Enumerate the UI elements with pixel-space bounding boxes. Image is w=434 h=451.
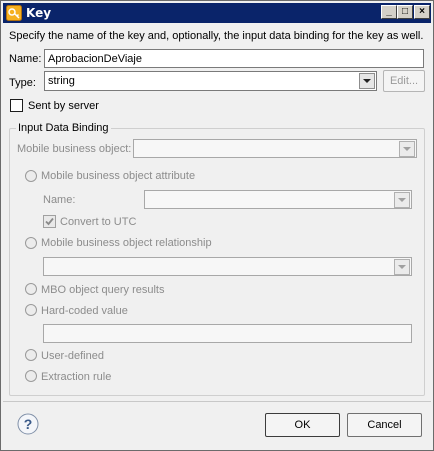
cancel-button[interactable]: Cancel bbox=[347, 413, 422, 437]
extraction-rule-label: Extraction rule bbox=[41, 371, 112, 383]
maximize-icon: □ bbox=[401, 6, 409, 17]
close-button[interactable]: × bbox=[414, 5, 430, 19]
maximize-button[interactable]: □ bbox=[397, 5, 413, 19]
mbo-attribute-radio[interactable] bbox=[25, 170, 37, 182]
mbo-combo[interactable] bbox=[133, 139, 417, 158]
mbo-attribute-label: Mobile business object attribute bbox=[41, 170, 196, 182]
type-label: Type: bbox=[9, 77, 36, 89]
edit-button-label: Edit... bbox=[389, 75, 419, 87]
type-combo-value: string bbox=[48, 75, 75, 87]
extraction-rule-radio[interactable] bbox=[25, 370, 37, 382]
mbo-relationship-radio[interactable] bbox=[25, 237, 37, 249]
close-icon: × bbox=[419, 6, 425, 17]
user-defined-label: User-defined bbox=[41, 350, 104, 362]
attribute-name-combo[interactable] bbox=[144, 190, 412, 209]
mbo-query-results-label: MBO object query results bbox=[41, 284, 165, 296]
ok-button[interactable]: OK bbox=[265, 413, 340, 437]
hard-coded-value-radio[interactable] bbox=[25, 304, 37, 316]
minimize-button[interactable]: _ bbox=[381, 5, 397, 19]
type-combo[interactable]: string bbox=[44, 71, 377, 91]
footer-separator bbox=[3, 401, 431, 402]
window-title: Key bbox=[26, 6, 52, 20]
input-data-binding-label: Input Data Binding bbox=[16, 122, 111, 134]
key-dialog: Key _ □ × Specify the name of the key an… bbox=[0, 0, 434, 451]
name-input[interactable]: AprobacionDeViaje bbox=[44, 49, 424, 68]
title-bar[interactable]: Key _ □ × bbox=[3, 3, 431, 23]
help-icon: ? bbox=[17, 413, 39, 435]
dialog-description: Specify the name of the key and, optiona… bbox=[9, 30, 424, 42]
ok-button-label: OK bbox=[294, 419, 311, 431]
user-defined-radio[interactable] bbox=[25, 349, 37, 361]
sent-by-server-checkbox[interactable] bbox=[10, 99, 23, 112]
minimize-icon: _ bbox=[386, 6, 392, 17]
key-app-icon bbox=[6, 5, 22, 21]
chevron-down-icon[interactable] bbox=[359, 73, 375, 89]
mbo-relationship-label: Mobile business object relationship bbox=[41, 237, 212, 249]
chevron-down-icon[interactable] bbox=[394, 192, 410, 208]
name-label: Name: bbox=[9, 53, 42, 65]
attribute-name-label: Name: bbox=[43, 194, 76, 206]
name-input-value: AprobacionDeViaje bbox=[48, 53, 142, 65]
mbo-query-results-radio[interactable] bbox=[25, 283, 37, 295]
chevron-down-icon[interactable] bbox=[394, 259, 410, 275]
sent-by-server-label: Sent by server bbox=[28, 100, 99, 112]
svg-text:?: ? bbox=[24, 416, 33, 432]
edit-button[interactable]: Edit... bbox=[383, 70, 425, 92]
check-icon bbox=[45, 217, 54, 226]
cancel-button-label: Cancel bbox=[367, 419, 402, 431]
chevron-down-icon[interactable] bbox=[399, 141, 415, 157]
hard-coded-value-label: Hard-coded value bbox=[41, 305, 128, 317]
mbo-relationship-combo[interactable] bbox=[43, 257, 412, 276]
help-button[interactable]: ? bbox=[17, 413, 39, 435]
mbo-label: Mobile business object: bbox=[17, 143, 132, 155]
convert-to-utc-label: Convert to UTC bbox=[60, 216, 137, 228]
hard-coded-value-input[interactable] bbox=[43, 324, 412, 343]
convert-to-utc-checkbox[interactable] bbox=[43, 215, 56, 228]
